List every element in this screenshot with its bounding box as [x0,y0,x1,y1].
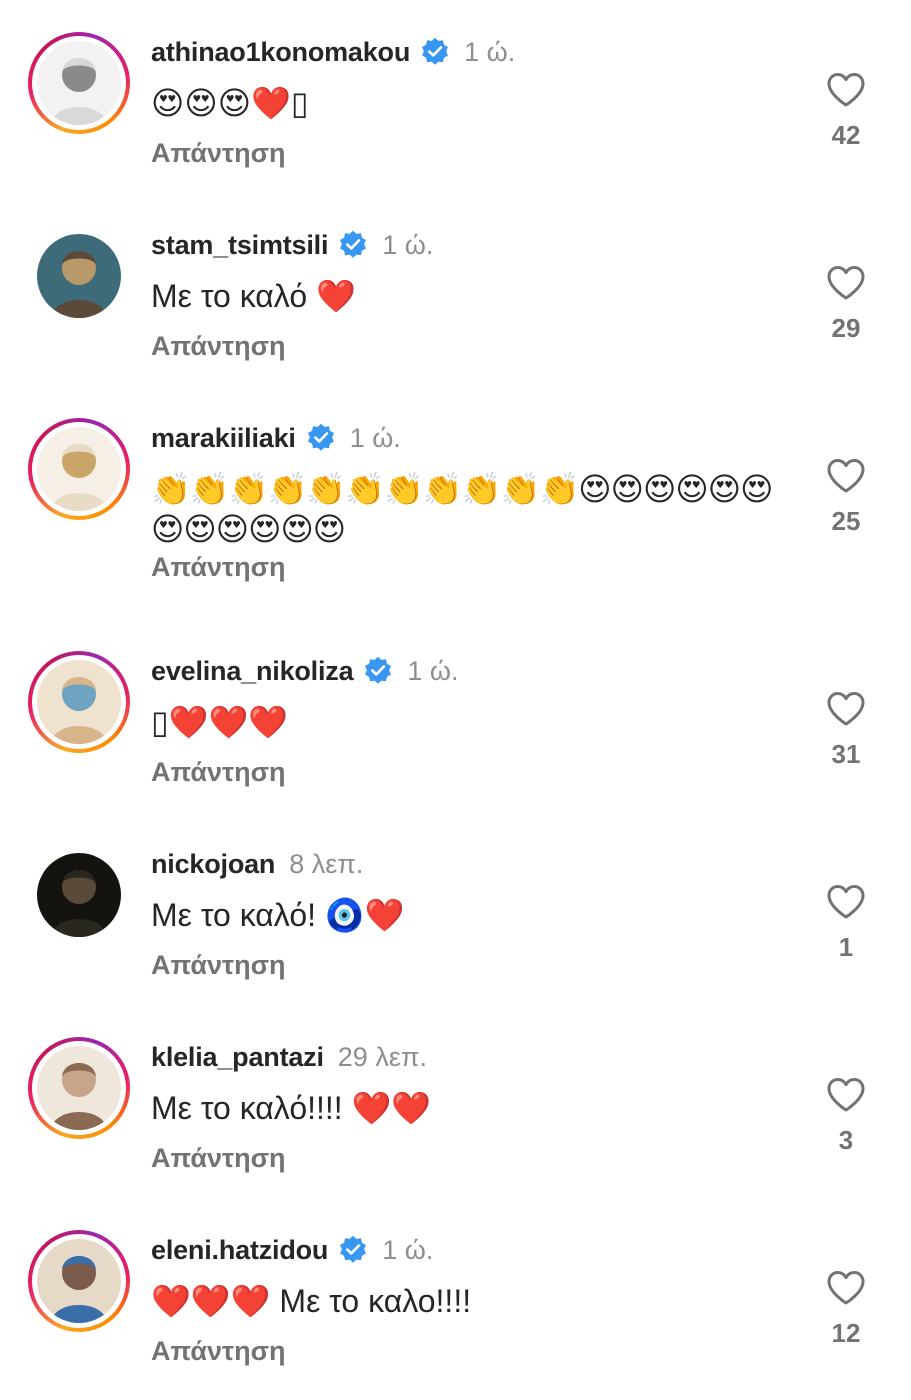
avatar-frame [32,229,126,323]
comment-header: stam_tsimtsili 1 ώ. [151,225,433,265]
comment-text: ▯❤️❤️❤️ [151,704,289,740]
heart-icon[interactable] [826,458,866,494]
avatar[interactable] [28,1230,130,1332]
comment-time: 1 ώ. [382,1234,434,1265]
verified-badge-icon [338,1235,368,1265]
avatar[interactable] [28,844,130,946]
like-count: 12 [831,1318,861,1348]
username[interactable]: marakiiliaki [151,423,296,454]
comment-text: Με το καλό ❤️ [151,278,356,314]
like-count: 1 [838,932,854,962]
avatar-woman-studio [37,1239,121,1323]
avatar[interactable] [28,32,130,134]
reply-button[interactable]: Απάντηση [151,950,286,981]
avatar[interactable] [28,1037,130,1139]
comment-time: 1 ώ. [464,36,516,67]
username[interactable]: evelina_nikoliza [151,656,354,687]
comment-header: eleni.hatzidou 1 ώ. [151,1230,433,1270]
comment-header: athinao1konomakou 1 ώ. [151,32,515,72]
comment-header: nickojoan 8 λεπ. [151,844,363,884]
verified-badge-icon [363,656,393,686]
comment-time: 1 ώ. [349,422,401,453]
avatar[interactable] [28,651,130,753]
comment-time: 8 λεπ. [289,848,364,879]
avatar-photo-icon [37,41,121,125]
avatar-photo-icon [37,234,121,318]
avatar-photo-icon [37,1239,121,1323]
heart-icon[interactable] [826,72,866,108]
like-button[interactable]: 12 [820,1270,872,1349]
like-button[interactable]: 25 [820,458,872,537]
like-count: 42 [831,120,861,150]
avatar-woman-headscarf [37,234,121,318]
username[interactable]: klelia_pantazi [151,1042,324,1073]
heart-icon[interactable] [826,1270,866,1306]
comment-header: evelina_nikoliza 1 ώ. [151,651,459,691]
username[interactable]: nickojoan [151,849,275,880]
verified-badge-icon [420,37,450,67]
reply-button[interactable]: Απάντηση [151,552,286,583]
reply-button[interactable]: Απάντηση [151,1143,286,1174]
comment-time: 1 ώ. [382,229,434,260]
avatar-frame [32,1041,126,1135]
comment-time: 1 ώ. [407,655,459,686]
verified-badge-icon [338,230,368,260]
avatar[interactable] [28,418,130,520]
avatar-photo-icon [37,660,121,744]
like-button[interactable]: 31 [820,691,872,770]
heart-icon[interactable] [826,884,866,920]
comment-text: ❤️❤️❤️ Με το καλο!!!! [151,1283,472,1319]
comment-header: klelia_pantazi 29 λεπ. [151,1037,427,1077]
avatar-photo-icon [37,1046,121,1130]
like-button[interactable]: 3 [820,1077,872,1156]
avatar-photo-icon [37,427,121,511]
username[interactable]: athinao1konomakou [151,37,410,68]
avatar[interactable] [28,225,130,327]
avatar-photo-icon [37,853,121,937]
comment-text: Με το καλό!!!! ❤️❤️ [151,1090,432,1126]
avatar-woman-brunette-smiling [37,1046,121,1130]
username[interactable]: eleni.hatzidou [151,1235,328,1266]
reply-button[interactable]: Απάντηση [151,138,286,169]
avatar-woman-blonde-smiling [37,427,121,511]
heart-icon[interactable] [826,691,866,727]
reply-button[interactable]: Απάντηση [151,757,286,788]
avatar-man-dark [37,853,121,937]
avatar-woman-hat-beach [37,660,121,744]
like-count: 31 [831,739,861,769]
like-button[interactable]: 42 [820,72,872,151]
username[interactable]: stam_tsimtsili [151,230,328,261]
avatar-frame [32,422,126,516]
comment-text: 😍😍😍❤️▯ [151,85,309,121]
like-button[interactable]: 1 [820,884,872,963]
comment-header: marakiiliaki 1 ώ. [151,418,401,458]
avatar-frame [32,848,126,942]
avatar-frame [32,36,126,130]
comment-time: 29 λεπ. [337,1041,427,1072]
comment-text: 👏👏👏👏👏👏👏👏👏👏👏😍😍😍😍😍😍😍😍😍😍😍😍 [151,471,773,547]
like-count: 3 [838,1125,854,1155]
like-count: 29 [831,313,861,343]
avatar-woman-blonde [37,41,121,125]
comment-text: Με το καλό! 🧿❤️ [151,897,405,933]
verified-badge-icon [306,423,336,453]
reply-button[interactable]: Απάντηση [151,1336,286,1367]
avatar-frame [32,1234,126,1328]
heart-icon[interactable] [826,265,866,301]
reply-button[interactable]: Απάντηση [151,331,286,362]
avatar-frame [32,655,126,749]
like-button[interactable]: 29 [820,265,872,344]
like-count: 25 [831,506,861,536]
heart-icon[interactable] [826,1077,866,1113]
